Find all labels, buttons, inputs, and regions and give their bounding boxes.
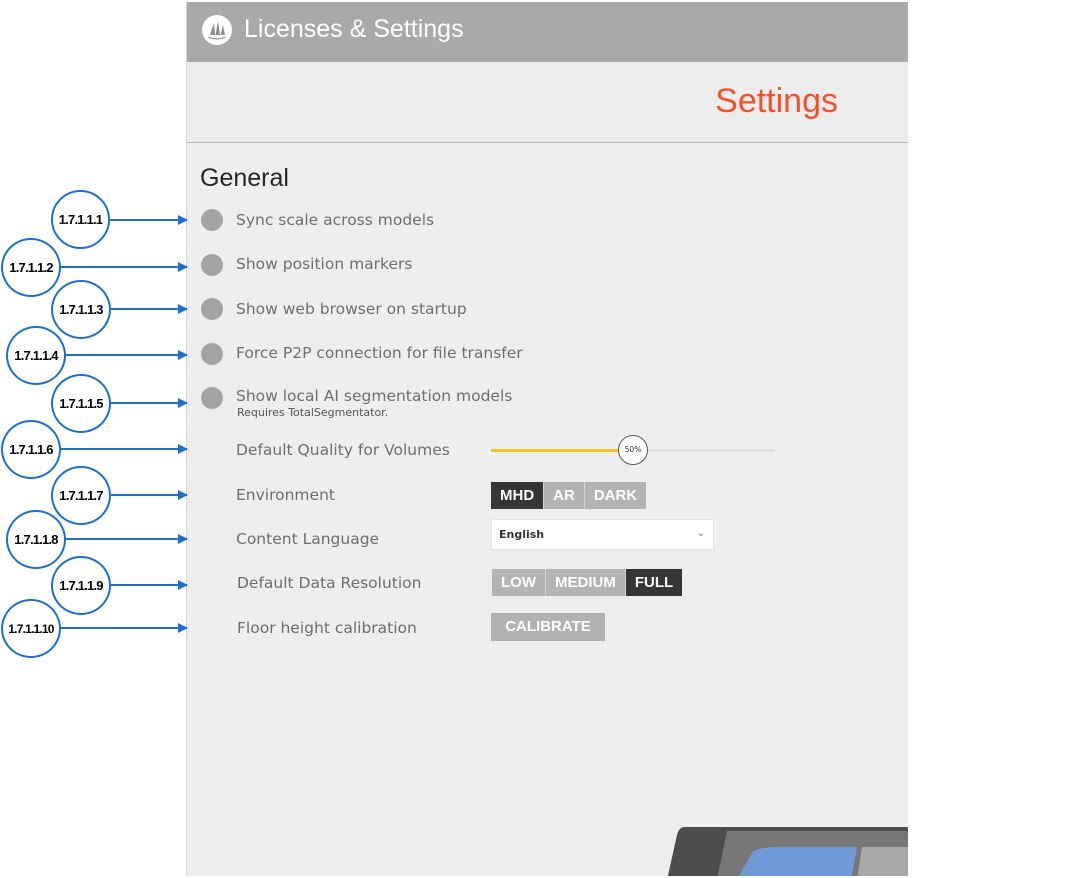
- annotation-callout: 1.7.1.1.1: [51, 190, 110, 249]
- annotation-callout: 1.7.1.1.10: [1, 599, 61, 658]
- annotation-callout: 1.7.1.1.6: [1, 420, 61, 479]
- annotation-callout: 1.7.1.1.8: [6, 510, 66, 569]
- annotation-callout: 1.7.1.1.2: [1, 238, 61, 297]
- annotation-callout: 1.7.1.1.5: [51, 374, 111, 433]
- annotation-callout: 1.7.1.1.7: [51, 466, 111, 525]
- annotation-arrows: [60, 215, 188, 633]
- annotation-callout: 1.7.1.1.9: [51, 556, 111, 615]
- annotation-callout: 1.7.1.1.3: [51, 280, 111, 339]
- annotation-callout: 1.7.1.1.4: [6, 326, 66, 385]
